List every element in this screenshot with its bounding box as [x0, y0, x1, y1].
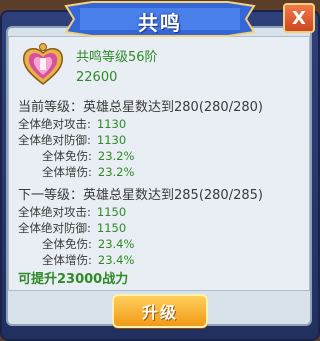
current-stat-defense: 全体绝对防御: 1130 — [18, 132, 126, 148]
stat-value: 23.4% — [97, 253, 135, 267]
current-level-title: 当前等级：英雄总星数达到280(280/280) — [18, 100, 263, 115]
resonance-score-text: 22600 — [76, 70, 118, 85]
resonance-level-text: 共鸣等级56阶 — [76, 50, 158, 65]
current-stat-damage-reduction: 全体免伤: 23.2% — [42, 148, 134, 164]
stat-value: 1150 — [96, 205, 127, 219]
stat-value: 23.2% — [97, 149, 135, 163]
stat-value: 23.2% — [97, 165, 135, 179]
title-banner: 共鸣 — [62, 0, 258, 38]
stat-label: 全体免伤: — [42, 149, 92, 163]
next-level-title: 下一等级：英雄总星数达到285(280/285) — [18, 188, 263, 203]
stat-label: 全体绝对防御: — [18, 133, 91, 147]
resonance-dialog: 共鸣 X 共鸣等级56阶 22600 当前等级：英雄总星数达到280(280/2… — [0, 0, 320, 341]
stat-label: 全体免伤: — [42, 237, 92, 251]
stat-value: 23.4% — [97, 237, 135, 251]
dialog-title: 共鸣 — [138, 11, 182, 35]
next-stat-attack: 全体绝对攻击: 1150 — [18, 204, 126, 220]
stat-label: 全体绝对攻击: — [18, 117, 91, 131]
stat-label: 全体绝对攻击: — [18, 205, 91, 219]
stat-label: 全体绝对防御: — [18, 221, 91, 235]
next-stat-defense: 全体绝对防御: 1150 — [18, 220, 126, 236]
current-stat-attack: 全体绝对攻击: 1130 — [18, 116, 126, 132]
stat-value: 1130 — [96, 117, 127, 131]
power-gain-text: 可提升23000战力 — [18, 272, 129, 287]
current-stat-damage-bonus: 全体增伤: 23.2% — [42, 164, 134, 180]
next-stat-damage-bonus: 全体增伤: 23.4% — [42, 252, 134, 268]
heart-crest-icon — [20, 42, 66, 88]
upgrade-button[interactable]: 升级 — [112, 294, 208, 328]
close-icon: X — [292, 7, 306, 29]
stat-value: 1130 — [96, 133, 127, 147]
close-button[interactable]: X — [283, 3, 315, 33]
stat-label: 全体增伤: — [42, 165, 92, 179]
next-stat-damage-reduction: 全体免伤: 23.4% — [42, 236, 134, 252]
stat-label: 全体增伤: — [42, 253, 92, 267]
stat-value: 1150 — [96, 221, 127, 235]
